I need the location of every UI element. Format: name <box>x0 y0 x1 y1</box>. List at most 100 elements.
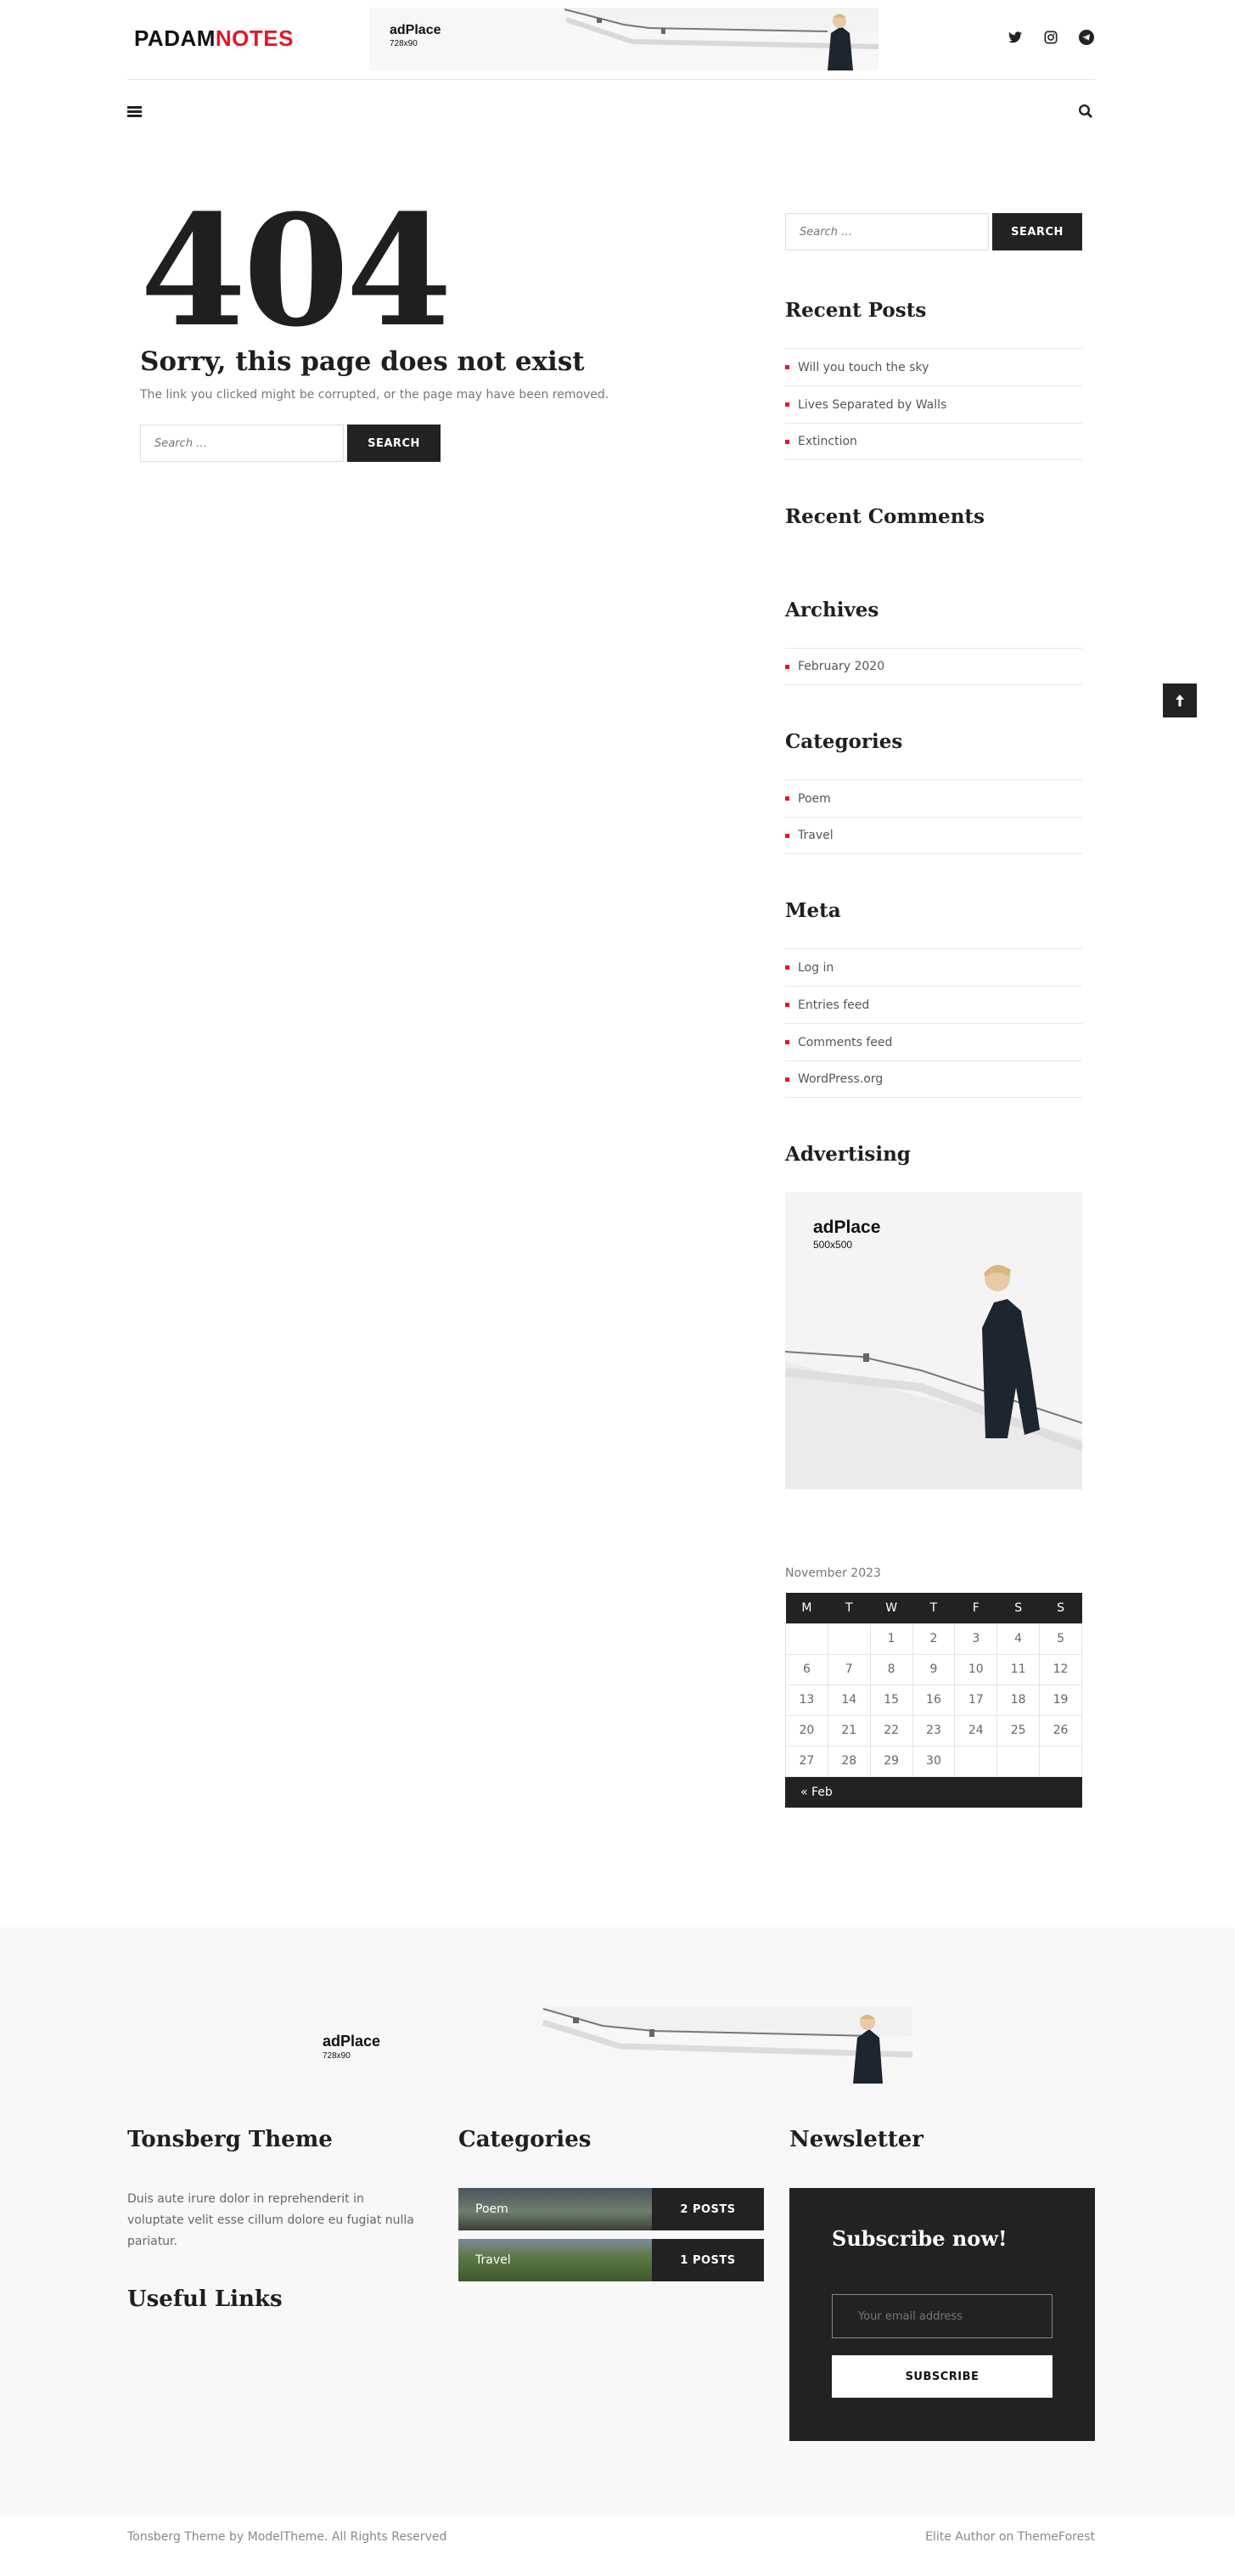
recent-post-item[interactable]: Will you touch the sky <box>785 348 1082 385</box>
logo-part-1: PADAM <box>134 25 216 51</box>
category-count: 2 POSTS <box>652 2188 764 2230</box>
calendar-cell: 27 <box>785 1745 828 1777</box>
calendar-week: 6 7 8 9 10 11 12 <box>785 1653 1082 1685</box>
ad-label: adPlace 728x90 <box>323 2033 380 2061</box>
calendar-caption: November 2023 <box>785 1566 881 1580</box>
sidebar-search-form: SEARCH <box>785 213 1082 250</box>
meta-item-login[interactable]: Log in <box>785 948 1082 986</box>
error-title: Sorry, this page does not exist <box>140 346 585 377</box>
calendar-cell: 18 <box>996 1684 1041 1716</box>
category-image: Travel <box>458 2239 652 2281</box>
category-item[interactable]: Travel <box>785 817 1082 854</box>
calendar-table: M T W T F S S 1 2 3 4 5 6 7 8 9 10 11 12 <box>785 1593 1082 1777</box>
calendar-cell <box>827 1623 871 1655</box>
calendar-cell: 22 <box>869 1714 913 1746</box>
archive-item[interactable]: February 2020 <box>785 648 1082 685</box>
calendar-cell: 5 <box>1039 1623 1082 1655</box>
calendar-week: 13 14 15 16 17 18 19 <box>785 1684 1082 1716</box>
calendar-cell: 15 <box>869 1684 913 1716</box>
copyright-text: Tonsberg Theme by ModelTheme. All Rights… <box>127 2530 447 2544</box>
newsletter-box: Subscribe now! SUBSCRIBE <box>789 2188 1095 2441</box>
arrow-up-icon <box>1176 695 1184 706</box>
sidebar-ad-banner[interactable]: adPlace 500x500 <box>785 1192 1082 1489</box>
useful-links-title: Useful Links <box>127 2286 283 2312</box>
calendar-cell <box>996 1745 1041 1777</box>
category-name: Poem <box>475 2202 508 2216</box>
calendar-cell: 8 <box>869 1653 913 1685</box>
calendar-prev-link[interactable]: « Feb <box>785 1777 1082 1808</box>
calendar-day-header: S <box>1039 1593 1082 1623</box>
author-credit[interactable]: Elite Author on ThemeForest <box>925 2530 1095 2544</box>
category-count: 1 POSTS <box>652 2239 764 2281</box>
meta-item-entries-feed[interactable]: Entries feed <box>785 986 1082 1023</box>
calendar-cell: 1 <box>869 1623 913 1655</box>
calendar-cell: 10 <box>954 1653 998 1685</box>
newsletter-email-input[interactable] <box>832 2294 1053 2338</box>
meta-item-comments-feed[interactable]: Comments feed <box>785 1023 1082 1060</box>
ad-size: 728x90 <box>323 2051 351 2061</box>
calendar-cell: 12 <box>1039 1653 1082 1685</box>
meta-list: Log in Entries feed Comments feed WordPr… <box>785 948 1082 1098</box>
error-message: The link you clicked might be corrupted,… <box>140 388 609 402</box>
ad-title: adPlace <box>323 2033 381 2050</box>
meta-title: Meta <box>785 899 841 922</box>
footer-ad-banner[interactable]: adPlace 728x90 <box>297 2007 912 2084</box>
calendar-cell: 28 <box>827 1745 871 1777</box>
ad-image <box>297 2007 912 2084</box>
twitter-icon[interactable] <box>1007 29 1024 46</box>
sidebar-search-button[interactable]: SEARCH <box>992 213 1082 250</box>
category-name: Travel <box>475 2253 511 2267</box>
ad-title: adPlace <box>390 23 441 37</box>
calendar-cell: 6 <box>785 1653 828 1685</box>
site-header: PADAMNOTES adPlace 728x90 <box>127 0 1095 80</box>
calendar-cell: 24 <box>954 1714 998 1746</box>
hamburger-menu-icon[interactable] <box>127 104 144 121</box>
calendar-cell: 17 <box>954 1684 998 1716</box>
calendar-week: 20 21 22 23 24 25 26 <box>785 1714 1082 1746</box>
ad-title: adPlace <box>813 1218 881 1237</box>
calendar-day-header: M <box>785 1593 828 1623</box>
error-search-button[interactable]: SEARCH <box>347 425 441 462</box>
calendar-cell: 19 <box>1039 1684 1082 1716</box>
calendar-cell: 3 <box>954 1623 998 1655</box>
instagram-icon[interactable] <box>1042 29 1059 46</box>
archives-title: Archives <box>785 599 879 622</box>
site-logo[interactable]: PADAMNOTES <box>134 25 294 52</box>
search-icon[interactable] <box>1078 104 1095 121</box>
scroll-to-top-button[interactable] <box>1163 683 1197 717</box>
calendar-day-header: T <box>912 1593 955 1623</box>
ad-image <box>369 8 879 70</box>
header-ad-banner[interactable]: adPlace 728x90 <box>369 8 879 70</box>
ad-label: adPlace 728x90 <box>390 23 441 48</box>
ad-label: adPlace 500x500 <box>813 1218 880 1251</box>
error-search-input[interactable] <box>140 425 344 462</box>
recent-post-item[interactable]: Extinction <box>785 423 1082 460</box>
category-item[interactable]: Poem <box>785 779 1082 817</box>
subscribe-button[interactable]: SUBSCRIBE <box>832 2355 1053 2398</box>
calendar-cell: 26 <box>1039 1714 1082 1746</box>
footer-category-item[interactable]: Poem 2 POSTS <box>458 2188 764 2230</box>
calendar-cell: 7 <box>827 1653 871 1685</box>
main-nav <box>127 81 1095 145</box>
calendar-day-header: F <box>954 1593 997 1623</box>
social-links <box>1007 29 1095 46</box>
error-code: 404 <box>140 182 452 361</box>
meta-item-wordpress[interactable]: WordPress.org <box>785 1060 1082 1098</box>
calendar-cell: 2 <box>912 1623 956 1655</box>
newsletter-heading: Subscribe now! <box>832 2226 1008 2251</box>
categories-list: Poem Travel <box>785 779 1082 854</box>
calendar-cell <box>1039 1745 1082 1777</box>
newsletter-title: Newsletter <box>789 2127 924 2152</box>
telegram-icon[interactable] <box>1078 29 1095 46</box>
calendar-week: 1 2 3 4 5 <box>785 1623 1082 1655</box>
sidebar-search-input[interactable] <box>785 213 989 250</box>
recent-posts-title: Recent Posts <box>785 299 927 322</box>
footer-about-title: Tonsberg Theme <box>127 2127 333 2152</box>
calendar-cell: 21 <box>827 1714 871 1746</box>
calendar-cell: 20 <box>785 1714 828 1746</box>
footer-about-text: Duis aute irure dolor in reprehenderit i… <box>127 2192 414 2248</box>
recent-post-item[interactable]: Lives Separated by Walls <box>785 385 1082 423</box>
footer-category-item[interactable]: Travel 1 POSTS <box>458 2239 764 2281</box>
calendar-cell: 16 <box>912 1684 956 1716</box>
category-image: Poem <box>458 2188 652 2230</box>
